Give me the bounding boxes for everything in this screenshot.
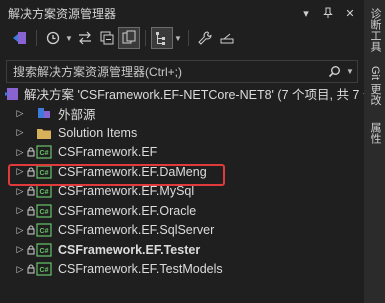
sync-icon[interactable] [75,28,95,48]
svg-text:C#: C# [40,209,49,216]
folder-icon [36,126,52,140]
toolbar: ▼ ▼ [0,26,364,50]
expand-arrow-icon[interactable]: ▷ [14,127,26,138]
close-icon[interactable]: ✕ [342,5,358,21]
csharp-project-icon: C# [36,184,52,198]
svg-text:C#: C# [40,189,49,196]
title-bar: 解决方案资源管理器 ▾ ✕ [0,0,364,26]
tree-item[interactable]: ▷ 外部源 [0,104,364,124]
expand-arrow-icon[interactable]: ▷ [14,205,26,216]
lock-icon [26,206,36,216]
search-box[interactable]: 搜索解决方案资源管理器(Ctrl+;) ▼ [6,60,358,83]
csharp-project-icon: C# [36,262,52,276]
switch-views-icon[interactable] [151,27,173,49]
search-icon[interactable] [325,65,343,78]
solution-explorer-panel: 解决方案资源管理器 ▾ ✕ ▼ ▼ 搜索解决方案资源管理器(Ctrl+;) ▼ … [0,0,380,303]
scrollbar[interactable] [357,84,363,303]
show-all-files-icon[interactable] [118,27,140,49]
tree-item-label: CSFramework.EF [58,145,158,160]
solution-icon [4,86,20,102]
svg-text:C#: C# [40,150,49,157]
lock-icon [26,264,36,274]
preview-icon[interactable] [217,28,237,48]
lock-icon [26,245,36,255]
tree-item[interactable]: ▷ C# CSFramework.EF.Tester [0,240,364,260]
tree-item-label: Solution Items [58,125,138,140]
tree-item[interactable]: ▷ C# CSFramework.EF.TestModels [0,260,364,280]
svg-text:C#: C# [40,267,49,274]
lock-icon [26,147,36,157]
chevron-down-icon[interactable]: ▼ [343,67,357,76]
chevron-down-icon[interactable]: ▼ [65,28,73,48]
vs-back-icon[interactable] [10,28,30,48]
collapse-icon[interactable] [97,28,117,48]
properties-icon[interactable] [195,28,215,48]
expand-arrow-icon[interactable]: ▷ [14,108,26,119]
tree-item-label: CSFramework.EF.TestModels [58,262,223,277]
expand-arrow-icon[interactable]: ▷ [14,264,26,275]
pin-icon[interactable] [320,5,336,21]
tree-item[interactable]: ▷ C# CSFramework.EF.Oracle [0,201,364,221]
tab-diagnostics[interactable]: 诊断工具 [367,8,383,52]
panel-title: 解决方案资源管理器 [8,6,117,21]
csharp-project-icon: C# [36,145,52,159]
solution-label: 解决方案 'CSFramework.EF-NETCore-NET8' (7 个项… [24,88,380,103]
external-sources-icon [36,106,52,120]
svg-text:C#: C# [40,228,49,235]
tree-item-label: CSFramework.EF.SqlServer [58,223,215,238]
tree-item-label: CSFramework.EF.Tester [58,242,201,257]
tab-git-changes[interactable]: Git 更改 [367,66,383,105]
history-icon[interactable] [43,28,63,48]
lock-icon [26,186,36,196]
tree-item-label: 外部源 [58,107,96,122]
chevron-down-icon[interactable]: ▼ [174,28,182,48]
tree-item[interactable]: ▷ C# CSFramework.EF [0,143,364,163]
side-tab-strip: 诊断工具 Git 更改 属性 [364,0,385,303]
tab-properties[interactable]: 属性 [367,122,383,144]
search-input[interactable]: 搜索解决方案资源管理器(Ctrl+;) [7,63,325,80]
csharp-project-icon: C# [36,204,52,218]
solution-node[interactable]: 解决方案 'CSFramework.EF-NETCore-NET8' (7 个项… [0,84,380,104]
expand-arrow-icon[interactable]: ▷ [14,186,26,197]
tree-item-label: CSFramework.EF.MySql [58,184,195,199]
tree-item[interactable]: ▷ C# CSFramework.EF.SqlServer [0,221,364,241]
csharp-project-icon: C# [36,223,52,237]
svg-text:C#: C# [40,248,49,255]
lock-icon [26,225,36,235]
csharp-project-icon: C# [36,243,52,257]
tree-item[interactable]: ▷ Solution Items [0,123,364,143]
expand-arrow-icon[interactable]: ▷ [14,244,26,255]
tree-item-label: CSFramework.EF.Oracle [58,203,197,218]
expand-arrow-icon[interactable]: ▷ [14,147,26,158]
window-position-icon[interactable]: ▾ [298,5,314,21]
expand-arrow-icon[interactable]: ▷ [14,225,26,236]
highlight-box [8,164,225,186]
